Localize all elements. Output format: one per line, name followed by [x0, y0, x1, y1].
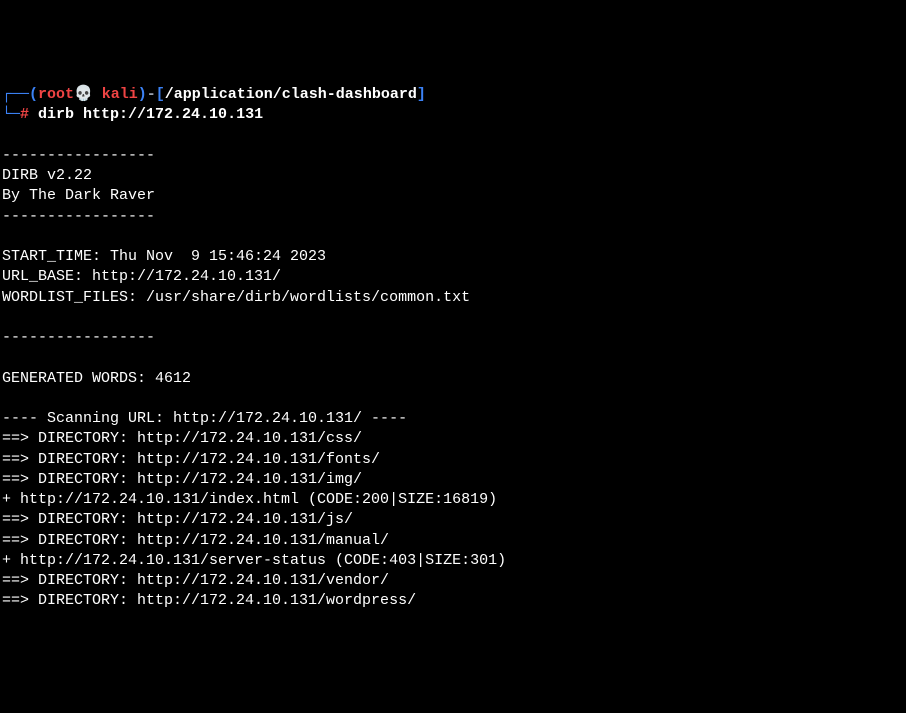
output-dir-js: ==> DIRECTORY: http://172.24.10.131/js/ — [2, 511, 794, 528]
output-index: + http://172.24.10.131/index.html (CODE:… — [2, 491, 794, 508]
prompt-corner: ┌──( — [2, 86, 38, 103]
prompt-host: kali — [93, 86, 138, 103]
prompt-hash: # — [20, 106, 29, 123]
prompt-line-1: ┌──(root💀 kali)-[/application/clash-dash… — [2, 85, 904, 105]
prompt-line-2: └─# dirb http://172.24.10.131 — [2, 105, 904, 125]
output-server-status: + http://172.24.10.131/server-status (CO… — [2, 552, 794, 569]
terminal[interactable]: ┌──(root💀 kali)-[/application/clash-dash… — [2, 85, 904, 612]
output-dir-css: ==> DIRECTORY: http://172.24.10.131/css/ — [2, 430, 794, 447]
output-banner1: DIRB v2.22 — [2, 167, 128, 184]
terminal-output: ----------------- DIRB v2.22 By The Dark… — [2, 147, 794, 610]
output-sep3: ----------------- — [2, 329, 155, 346]
output-dir-img: ==> DIRECTORY: http://172.24.10.131/img/ — [2, 471, 794, 488]
prompt-bracket-close: ] — [417, 86, 426, 103]
output-dir-manual: ==> DIRECTORY: http://172.24.10.131/manu… — [2, 532, 794, 549]
prompt-bracket-open: [ — [156, 86, 165, 103]
output-url-base: URL_BASE: http://172.24.10.131/ — [2, 268, 281, 285]
prompt-path: /application/clash-dashboard — [165, 86, 417, 103]
output-sep1: ----------------- — [2, 147, 155, 164]
prompt-user: root — [38, 86, 74, 103]
output-dir-wordpress: ==> DIRECTORY: http://172.24.10.131/word… — [2, 592, 794, 609]
output-start-time: START_TIME: Thu Nov 9 15:46:24 2023 — [2, 248, 326, 265]
prompt-close-paren: ) — [138, 86, 147, 103]
output-sep2: ----------------- — [2, 208, 155, 225]
command-text: dirb http://172.24.10.131 — [29, 106, 263, 123]
output-scanning: ---- Scanning URL: http://172.24.10.131/… — [2, 410, 407, 427]
output-dir-fonts: ==> DIRECTORY: http://172.24.10.131/font… — [2, 451, 794, 468]
output-wordlist: WORDLIST_FILES: /usr/share/dirb/wordlist… — [2, 289, 470, 306]
skull-icon: 💀 — [74, 86, 93, 103]
prompt-dash: - — [147, 86, 156, 103]
output-banner2: By The Dark Raver — [2, 187, 155, 204]
prompt-line2-prefix: └─ — [2, 106, 20, 123]
output-dir-vendor: ==> DIRECTORY: http://172.24.10.131/vend… — [2, 572, 794, 589]
output-generated: GENERATED WORDS: 4612 — [2, 370, 713, 387]
